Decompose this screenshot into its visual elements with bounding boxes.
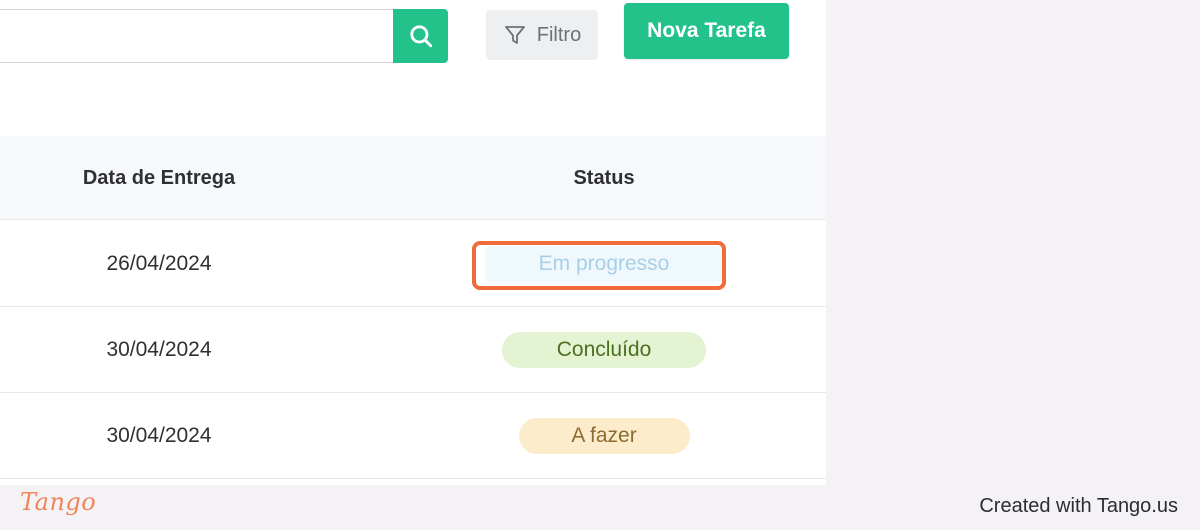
table-row[interactable]: 30/04/2024 A fazer (0, 393, 826, 479)
tango-logo: Tango (20, 488, 97, 516)
search-input[interactable] (0, 9, 394, 63)
search-button[interactable] (393, 9, 448, 63)
table-header: Data de Entrega Status (0, 136, 826, 220)
column-header-due-date[interactable]: Data de Entrega (0, 136, 318, 220)
search-icon (409, 25, 432, 48)
status-badge[interactable]: Concluído (502, 331, 706, 368)
due-date-cell: 30/04/2024 (106, 423, 212, 447)
due-date-cell: 26/04/2024 (106, 251, 212, 275)
status-cell: A fazer (390, 393, 818, 478)
due-date-cell: 30/04/2024 (106, 337, 212, 361)
footer: Tango Created with Tango.us (0, 485, 1200, 530)
status-badge[interactable]: Em progresso (485, 245, 723, 282)
created-with-credit: Created with Tango.us (979, 495, 1178, 517)
new-task-button[interactable]: Nova Tarefa (624, 3, 789, 59)
table-row[interactable]: 30/04/2024 Concluído (0, 307, 826, 393)
status-cell: Em progresso (390, 221, 818, 306)
status-badge[interactable]: A fazer (518, 417, 690, 454)
filter-button[interactable]: Filtro (486, 10, 598, 60)
column-header-status[interactable]: Status (390, 136, 818, 220)
task-panel: Filtro Nova Tarefa Data de Entrega Statu… (0, 0, 826, 485)
filter-icon (504, 26, 525, 44)
status-cell: Concluído (390, 307, 818, 392)
table-row[interactable]: 26/04/2024 Em progresso (0, 221, 826, 307)
filter-label: Filtro (536, 23, 582, 46)
